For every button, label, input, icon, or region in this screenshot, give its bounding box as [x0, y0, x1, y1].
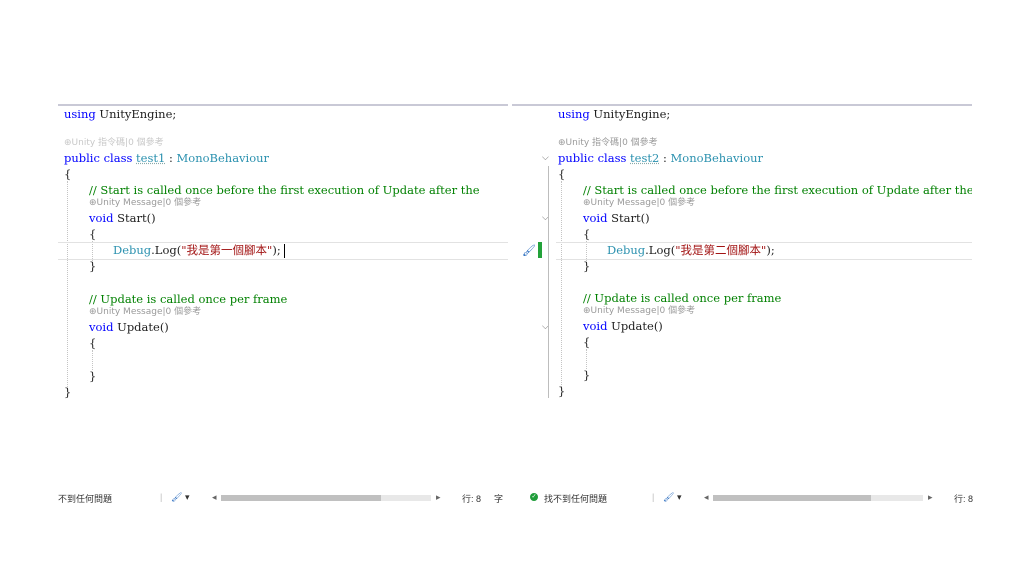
issues-status[interactable]: 找不到任何問題	[544, 492, 607, 505]
codelens-class[interactable]: ⊕Unity 指令碼|0 個參考	[558, 138, 658, 149]
keyword-public: public	[558, 151, 594, 165]
brush-icon[interactable]: 🖌	[171, 492, 182, 503]
codelens-start[interactable]: ⊕Unity Message|0 個參考	[583, 198, 695, 209]
statement-end: );	[272, 243, 281, 257]
scrollbar-thumb[interactable]	[713, 495, 871, 501]
code-line-class[interactable]: public class test2 : MonoBehaviour	[558, 151, 763, 165]
brush-icon[interactable]: 🖌	[522, 244, 536, 257]
indent-guide	[586, 349, 587, 369]
method-name-update: Update()	[607, 319, 663, 333]
code-line-update-method[interactable]: void Update()	[89, 320, 169, 334]
code-line-using[interactable]: using UnityEngine;	[558, 107, 670, 121]
scroll-left-arrow[interactable]: ◂	[704, 492, 709, 503]
code-line-brace-open[interactable]: {	[64, 167, 71, 181]
keyword-using: using	[558, 107, 590, 121]
code-line-start-method[interactable]: void Start()	[89, 211, 156, 225]
editor-pane-right[interactable]: ⌵ ⌵ ⌵ 🖌 using UnityEngine; ⊕Unity 指令碼|0 …	[512, 104, 972, 504]
scrollbar-thumb[interactable]	[221, 495, 381, 501]
class-name: test1	[136, 151, 166, 165]
codelens-class[interactable]: ⊕Unity 指令碼|0 個參考	[64, 138, 164, 149]
class-debug: Debug	[113, 243, 152, 257]
row-indicator[interactable]: 行: 8	[462, 492, 481, 505]
code-line-start-method[interactable]: void Start()	[583, 211, 650, 225]
method-name-start: Start()	[607, 211, 650, 225]
indent-guide	[67, 181, 68, 389]
keyword-public: public	[64, 151, 100, 165]
status-bar-left: 不到任何問題 | 🖌 ▾ ◂ ▸ 行: 8 字	[58, 491, 510, 505]
code-comment-start[interactable]: // Start is called once before the first…	[583, 183, 972, 197]
code-line-update-brace-open[interactable]: {	[89, 336, 96, 350]
keyword-class: class	[99, 151, 137, 165]
keyword-using: using	[64, 107, 96, 121]
code-line-update-brace-open[interactable]: {	[583, 335, 590, 349]
string-literal: "我是第二個腳本"	[675, 243, 767, 257]
pane-top-border	[512, 104, 972, 106]
namespace-text: UnityEngine;	[95, 107, 177, 121]
code-line-brace-close[interactable]: }	[64, 385, 71, 399]
change-indicator-bar	[538, 242, 542, 258]
indent-guide	[561, 181, 562, 389]
chevron-down-icon[interactable]: ▾	[185, 492, 190, 503]
base-class-name: MonoBehaviour	[176, 151, 270, 165]
brush-icon[interactable]: 🖌	[663, 492, 674, 503]
method-log: .Log(	[645, 243, 676, 257]
keyword-void: void	[583, 319, 608, 333]
codelens-start[interactable]: ⊕Unity Message|0 個參考	[89, 198, 201, 209]
row-indicator[interactable]: 行: 8	[954, 492, 973, 505]
separator: |	[160, 492, 163, 502]
code-line-start-brace-close[interactable]: }	[89, 259, 96, 273]
separator: |	[652, 492, 655, 502]
outline-margin-line	[548, 166, 549, 398]
horizontal-scrollbar[interactable]	[221, 495, 431, 501]
scroll-right-arrow[interactable]: ▸	[436, 492, 441, 503]
keyword-class: class	[593, 151, 631, 165]
base-class-name: MonoBehaviour	[670, 151, 764, 165]
code-line-using[interactable]: using UnityEngine;	[64, 107, 176, 121]
code-line-update-brace-close[interactable]: }	[89, 369, 96, 383]
code-comment-start[interactable]: // Start is called once before the first…	[89, 183, 480, 197]
scroll-left-arrow[interactable]: ◂	[212, 492, 217, 503]
keyword-void: void	[89, 320, 114, 334]
code-comment-update[interactable]: // Update is called once per frame	[89, 292, 287, 306]
code-line-update-brace-close[interactable]: }	[583, 368, 590, 382]
pane-top-border	[58, 104, 508, 106]
statement-end: );	[766, 243, 775, 257]
code-line-start-brace-open[interactable]: {	[89, 227, 96, 241]
codelens-update[interactable]: ⊕Unity Message|0 個參考	[89, 307, 201, 318]
class-debug: Debug	[607, 243, 646, 257]
method-name-start: Start()	[113, 211, 156, 225]
code-line-brace-close[interactable]: }	[558, 384, 565, 398]
keyword-void: void	[583, 211, 608, 225]
issues-status[interactable]: 不到任何問題	[58, 492, 112, 505]
fold-chevron-icon[interactable]: ⌵	[542, 153, 549, 163]
codelens-update[interactable]: ⊕Unity Message|0 個參考	[583, 306, 695, 317]
method-log: .Log(	[151, 243, 182, 257]
editor-pane-left[interactable]: using UnityEngine; ⊕Unity 指令碼|0 個參考 publ…	[58, 104, 508, 504]
code-line-debug-log[interactable]: Debug.Log("我是第二個腳本");	[607, 243, 775, 257]
code-line-start-brace-open[interactable]: {	[583, 227, 590, 241]
class-name: test2	[630, 151, 660, 165]
colon: :	[165, 151, 177, 165]
code-line-debug-log[interactable]: Debug.Log("我是第一個腳本");	[113, 243, 281, 257]
char-indicator[interactable]: 字	[494, 492, 503, 505]
string-literal: "我是第一個腳本"	[181, 243, 273, 257]
code-line-brace-open[interactable]: {	[558, 167, 565, 181]
namespace-text: UnityEngine;	[589, 107, 671, 121]
code-line-class[interactable]: public class test1 : MonoBehaviour	[64, 151, 269, 165]
horizontal-scrollbar[interactable]	[713, 495, 923, 501]
code-comment-update[interactable]: // Update is called once per frame	[583, 291, 781, 305]
chevron-down-icon[interactable]: ▾	[677, 492, 682, 503]
method-name-update: Update()	[113, 320, 169, 334]
indent-guide	[92, 350, 93, 370]
code-line-start-brace-close[interactable]: }	[583, 259, 590, 273]
scroll-right-arrow[interactable]: ▸	[928, 492, 933, 503]
code-line-update-method[interactable]: void Update()	[583, 319, 663, 333]
keyword-void: void	[89, 211, 114, 225]
text-caret	[284, 244, 285, 258]
colon: :	[659, 151, 671, 165]
status-bar-right: ✓ 找不到任何問題 | 🖌 ▾ ◂ ▸ 行: 8	[530, 492, 974, 505]
